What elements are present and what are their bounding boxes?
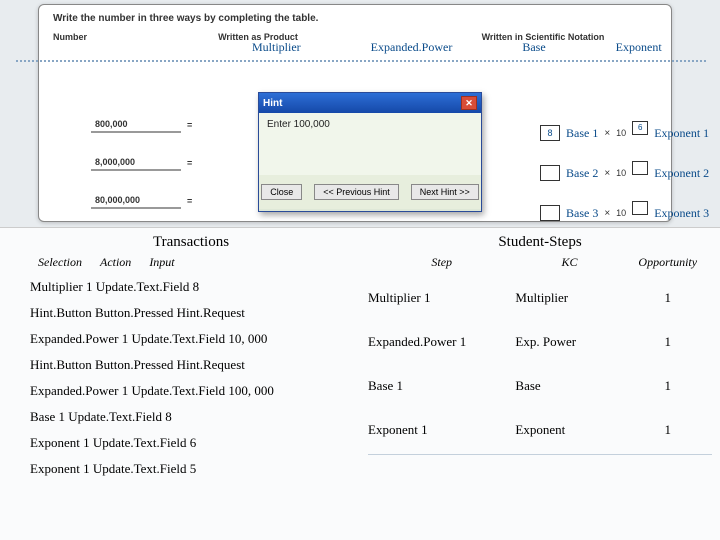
close-icon[interactable]: ✕: [461, 96, 477, 110]
step-kc: Base: [515, 378, 623, 394]
bottom-tables: Transactions Selection Action Input Mult…: [0, 228, 720, 540]
tx-headers: Selection Action Input: [30, 255, 352, 270]
transactions-title: Transactions: [30, 234, 352, 251]
times-symbol: ×: [604, 128, 610, 139]
exp3-input[interactable]: [632, 201, 648, 215]
exponent-label: Exponent: [616, 40, 662, 55]
ten-label: 10: [616, 168, 626, 178]
exercise-panel: Write the number in three ways by comple…: [0, 0, 720, 228]
exp2-input[interactable]: [632, 161, 648, 175]
hint-title-text: Hint: [263, 98, 282, 109]
step-row: Exponent 1 Exponent 1: [368, 408, 712, 452]
ten-label: 10: [616, 208, 626, 218]
exp2-label: Exponent 2: [654, 166, 709, 181]
ten-label: 10: [616, 128, 626, 138]
steps-divider: [368, 454, 712, 455]
number-value-3: 80,000,000: [91, 193, 181, 209]
expanded-label: Expanded.Power: [371, 40, 453, 55]
hint-next-button[interactable]: Next Hint >>: [411, 184, 479, 200]
step-name: Expanded.Power 1: [368, 334, 515, 350]
equals: =: [187, 196, 192, 206]
step-row: Base 1 Base 1: [368, 364, 712, 408]
col-number: Number: [53, 32, 173, 42]
dotted-divider: [16, 60, 706, 62]
sci-row-1: 8 Base 1 × 10 6 Exponent 1: [540, 122, 709, 144]
steps-h-kc: KC: [515, 255, 623, 270]
equals: =: [187, 120, 192, 130]
times-symbol: ×: [604, 208, 610, 219]
tx-h-selection: Selection: [38, 255, 82, 270]
number-row-2: 8,000,000 =: [91, 155, 192, 171]
scientific-fields: 8 Base 1 × 10 6 Exponent 1 Base 2 × 10 E…: [540, 122, 709, 224]
steps-headers: Step KC Opportunity: [368, 255, 712, 270]
hint-close-button[interactable]: Close: [261, 184, 302, 200]
step-opp: 1: [624, 422, 712, 438]
base3-label: Base 3: [566, 206, 598, 221]
instruction-text: Write the number in three ways by comple…: [53, 13, 657, 24]
sci-row-3: Base 3 × 10 Exponent 3: [540, 202, 709, 224]
base3-input[interactable]: [540, 205, 560, 221]
tx-row: Base 1 Update.Text.Field 8: [30, 404, 352, 430]
step-kc: Exp. Power: [515, 334, 623, 350]
tx-h-action: Action: [100, 255, 131, 270]
base2-input[interactable]: [540, 165, 560, 181]
step-name: Multiplier 1: [368, 290, 515, 306]
step-opp: 1: [624, 378, 712, 394]
exp3-label: Exponent 3: [654, 206, 709, 221]
multiplier-label: Multiplier: [252, 40, 301, 55]
hint-body: Enter 100,000: [259, 113, 481, 175]
hint-prev-button[interactable]: << Previous Hint: [314, 184, 399, 200]
equals: =: [187, 158, 192, 168]
step-row: Expanded.Power 1 Exp. Power 1: [368, 320, 712, 364]
tx-h-input: Input: [149, 255, 174, 270]
hint-button-row: Close << Previous Hint Next Hint >>: [259, 175, 481, 209]
number-row-3: 80,000,000 =: [91, 193, 192, 209]
step-name: Exponent 1: [368, 422, 515, 438]
exp1-input[interactable]: 6: [632, 121, 648, 135]
tx-row: Hint.Button Button.Pressed Hint.Request: [30, 352, 352, 378]
exp1-label: Exponent 1: [654, 126, 709, 141]
step-opp: 1: [624, 290, 712, 306]
tx-row: Multiplier 1 Update.Text.Field 8: [30, 274, 352, 300]
number-value-2: 8,000,000: [91, 155, 181, 171]
base1-label: Base 1: [566, 126, 598, 141]
base1-input[interactable]: 8: [540, 125, 560, 141]
times-symbol: ×: [604, 168, 610, 179]
steps-h-opp: Opportunity: [624, 255, 712, 270]
tx-row: Hint.Button Button.Pressed Hint.Request: [30, 300, 352, 326]
base2-label: Base 2: [566, 166, 598, 181]
transactions-section: Transactions Selection Action Input Mult…: [0, 228, 360, 540]
number-row-1: 800,000 =: [91, 117, 192, 133]
step-kc: Multiplier: [515, 290, 623, 306]
sci-row-2: Base 2 × 10 Exponent 2: [540, 162, 709, 184]
number-value-1: 800,000: [91, 117, 181, 133]
tx-row: Exponent 1 Update.Text.Field 5: [30, 456, 352, 482]
step-kc: Exponent: [515, 422, 623, 438]
tx-row: Exponent 1 Update.Text.Field 6: [30, 430, 352, 456]
step-row: Multiplier 1 Multiplier 1: [368, 276, 712, 320]
steps-section: Student-Steps Step KC Opportunity Multip…: [360, 228, 720, 540]
top-labels: Multiplier Expanded.Power Base Exponent: [252, 40, 662, 55]
steps-title: Student-Steps: [368, 234, 712, 251]
tx-row: Expanded.Power 1 Update.Text.Field 100, …: [30, 378, 352, 404]
hint-titlebar[interactable]: Hint ✕: [259, 93, 481, 113]
base-label: Base: [522, 40, 545, 55]
step-name: Base 1: [368, 378, 515, 394]
tx-row: Expanded.Power 1 Update.Text.Field 10, 0…: [30, 326, 352, 352]
step-opp: 1: [624, 334, 712, 350]
steps-h-step: Step: [368, 255, 515, 270]
hint-dialog: Hint ✕ Enter 100,000 Close << Previous H…: [258, 92, 482, 212]
